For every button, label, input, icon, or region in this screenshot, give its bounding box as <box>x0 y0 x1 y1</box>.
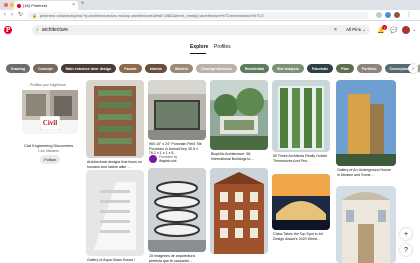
pinterest-logo-icon[interactable]: P <box>4 26 12 34</box>
url-text: pinterest.ru/search/pins/?q=architecture… <box>39 13 264 18</box>
filter-chip[interactable]: Modern <box>170 64 194 73</box>
filter-chip[interactable]: Main entrance door design <box>60 64 117 73</box>
tab-profiles[interactable]: Profiles <box>214 44 231 50</box>
back-icon[interactable]: ‹ <box>4 12 6 18</box>
pin-caption[interactable]: Biophilic Architecture: 58 International… <box>211 152 267 161</box>
filter-chip[interactable]: Concept sketches <box>196 64 237 73</box>
close-window-button[interactable] <box>4 3 8 7</box>
reload-icon[interactable]: ↻ <box>18 12 23 18</box>
pin-image[interactable] <box>210 168 268 254</box>
chevron-down-icon: ⌄ <box>362 27 367 32</box>
menu-icon[interactable]: ⋮ <box>406 12 412 18</box>
address-bar: ‹ › ↻ 🔒 pinterest.ru/search/pins/?q=arch… <box>0 10 420 21</box>
pin-image[interactable] <box>86 170 144 256</box>
new-tab-icon[interactable]: + <box>81 1 85 7</box>
filter-chip[interactable]: Residential <box>239 64 270 73</box>
avatar[interactable] <box>402 26 410 34</box>
tab-title: (16) Pinterest <box>23 3 48 8</box>
filter-label: All Pins <box>346 27 362 32</box>
pin-image[interactable] <box>272 174 330 230</box>
wayfair-icon <box>149 155 157 163</box>
browser-tab[interactable]: (16) Pinterest × <box>14 1 78 10</box>
search-icon: ⌕ <box>36 27 39 33</box>
notification-badge: 1 <box>382 25 387 30</box>
clear-search-icon[interactable]: × <box>334 27 337 33</box>
follow-button[interactable]: Follow <box>40 155 60 164</box>
filter-dropdown[interactable]: All Pins ⌄ <box>346 27 366 33</box>
search-bar[interactable]: ⌕ × All Pins ⌄ <box>32 25 370 35</box>
account-chevron-icon[interactable]: ⌄ <box>412 27 416 33</box>
profile-followers: 1.4m followers <box>38 149 59 153</box>
tab-explore[interactable]: Explore <box>190 44 208 50</box>
extension-icon[interactable] <box>376 12 382 18</box>
filter-chip[interactable]: Site analysis <box>272 64 304 73</box>
forward-icon[interactable]: › <box>11 12 13 18</box>
refine-chips: Drawing Concept Main entrance door design F… <box>6 64 420 75</box>
filter-chip[interactable]: Plan <box>336 64 354 73</box>
filter-chip[interactable]: Facade <box>119 64 142 73</box>
messages-icon[interactable]: 💬 <box>390 27 397 34</box>
profile-name[interactable]: Civil Engineering Discoveries <box>24 144 84 148</box>
filter-chip[interactable]: Futuristic <box>306 64 334 73</box>
pin-caption[interactable]: Gallery of An Underground House in Ukrai… <box>337 168 393 177</box>
pin-image[interactable] <box>336 80 396 166</box>
pin-caption[interactable]: 50 Times Architects Really Outdid Themse… <box>273 154 329 163</box>
pin-image[interactable] <box>272 80 330 152</box>
pin-image[interactable] <box>210 80 268 150</box>
pin-caption[interactable]: 15 Imágenes de arquitectura perfecta que… <box>149 254 205 263</box>
search-input[interactable] <box>41 27 292 33</box>
help-button[interactable]: ? <box>400 244 412 256</box>
filter-chip[interactable]: Concept <box>33 64 58 73</box>
extension-icon[interactable] <box>385 12 391 18</box>
pin-caption[interactable]: 960 10" x 24" Porcelain Field Tile Porce… <box>149 142 205 156</box>
profile-icon[interactable] <box>394 12 400 18</box>
civil-logo: Civil <box>39 115 61 131</box>
filter-chip[interactable]: Interior <box>144 64 168 73</box>
pin-caption[interactable]: Architectural designs that focus on huma… <box>87 160 143 169</box>
filter-chip[interactable]: Drawing <box>6 64 31 73</box>
pin-image[interactable] <box>86 80 144 158</box>
pinterest-favicon-icon <box>17 3 21 8</box>
pin-image[interactable] <box>148 168 206 252</box>
browser-tab-bar: (16) Pinterest × + <box>0 0 420 10</box>
lock-icon: 🔒 <box>32 13 37 18</box>
pin-caption[interactable]: China Takes the Top Spot in Int' Design … <box>273 232 329 241</box>
profiles-heading: Profiles you might love <box>30 83 67 87</box>
pinterest-header: P ⌕ × All Pins ⌄ 🔔 1 💬 ⌄ <box>0 22 420 39</box>
active-tab-indicator <box>190 53 206 54</box>
svg-text:Civil: Civil <box>43 119 57 127</box>
pin-image[interactable] <box>148 80 206 140</box>
filter-chip[interactable]: Portfolio <box>356 64 382 73</box>
close-tab-icon[interactable]: × <box>72 2 75 8</box>
chevron-right-icon[interactable]: › <box>408 64 418 73</box>
add-pin-button[interactable]: + <box>400 228 412 240</box>
search-tabs: Explore Profiles <box>0 42 420 54</box>
pin-image[interactable] <box>336 186 396 263</box>
promoter-name[interactable]: Wayfair.com <box>159 159 176 163</box>
pin-caption[interactable]: Gallery of Aqua Glass House / <box>87 258 143 263</box>
url-field[interactable]: 🔒 pinterest.ru/search/pins/?q=architectu… <box>28 12 368 19</box>
